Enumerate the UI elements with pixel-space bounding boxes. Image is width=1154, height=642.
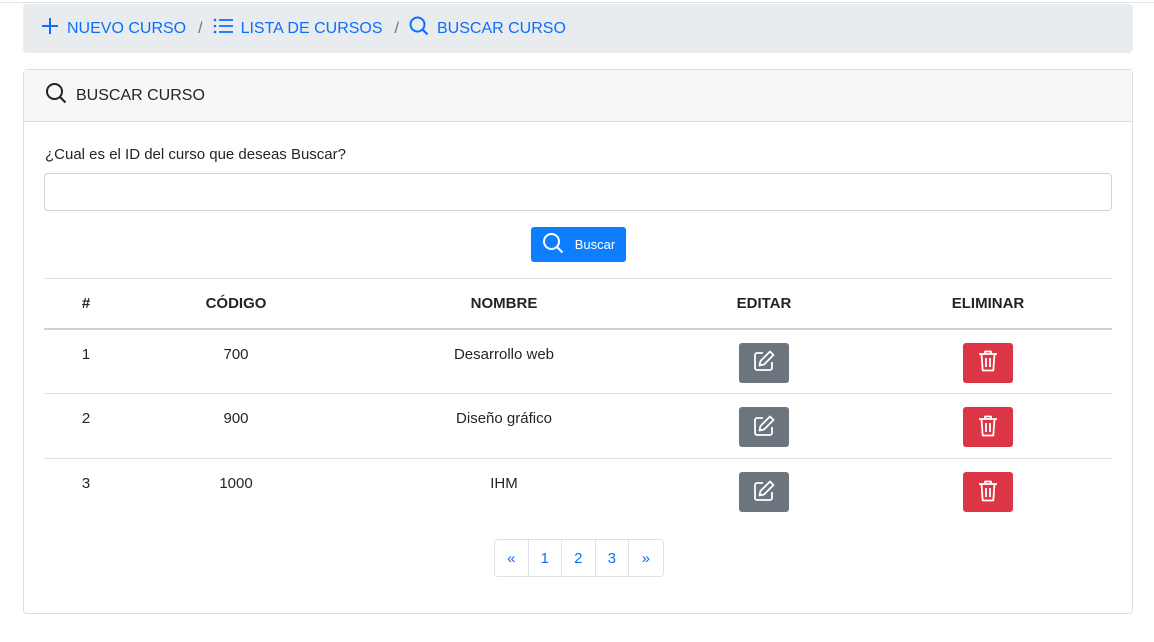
header-nombre: NOMBRE — [344, 278, 664, 330]
card-title: BUSCAR CURSO — [76, 86, 205, 104]
search-icon — [409, 16, 437, 41]
cell-eliminar — [864, 459, 1112, 524]
trash-icon — [977, 414, 999, 441]
cell-num: 1 — [44, 328, 128, 394]
breadcrumb: NUEVO CURSO / LISTA DE CURSOS / BUSCAR C… — [23, 4, 1133, 53]
cell-num: 2 — [44, 393, 128, 459]
cell-codigo: 700 — [128, 328, 344, 394]
search-button[interactable]: Buscar — [531, 227, 626, 262]
breadcrumb-label: NUEVO CURSO — [67, 19, 187, 37]
top-divider — [0, 2, 1154, 3]
cell-editar — [664, 393, 864, 459]
page-1[interactable]: 1 — [528, 540, 562, 576]
edit-icon — [752, 349, 776, 376]
course-id-input[interactable] — [44, 173, 1112, 211]
page-2[interactable]: 2 — [562, 540, 596, 576]
edit-icon — [752, 414, 776, 441]
delete-button[interactable] — [963, 407, 1013, 447]
page-3[interactable]: 3 — [595, 540, 629, 576]
breadcrumb-separator: / — [394, 19, 399, 37]
cell-eliminar — [864, 393, 1112, 459]
cell-editar — [664, 459, 864, 524]
header-eliminar: ELIMINAR — [864, 278, 1112, 330]
cell-codigo: 1000 — [219, 475, 253, 492]
cell-nombre: Desarrollo web — [344, 328, 664, 394]
delete-button[interactable] — [963, 342, 1013, 383]
table-header-row: # CÓDIGO NOMBRE EDITAR ELIMINAR — [44, 278, 1112, 330]
breadcrumb-nuevo-curso[interactable]: NUEVO CURSO — [41, 17, 186, 40]
breadcrumb-label: BUSCAR CURSO — [437, 19, 566, 37]
trash-icon — [977, 479, 999, 506]
table-row: 1 700 Desarrollo web — [44, 328, 1112, 394]
pagination: « 1 2 3 » — [494, 539, 664, 577]
edit-button[interactable] — [739, 342, 789, 383]
cell-eliminar — [864, 328, 1112, 394]
search-button-label: Buscar — [574, 237, 616, 252]
trash-icon — [977, 349, 999, 376]
cell-codigo: 900 — [128, 393, 344, 459]
search-card: BUSCAR CURSO ¿Cual es el ID del curso qu… — [23, 69, 1133, 614]
plus-icon — [41, 17, 67, 40]
edit-icon — [752, 479, 776, 506]
cell-editar — [664, 328, 864, 394]
page-prev[interactable]: « — [495, 540, 529, 576]
search-icon — [542, 232, 575, 257]
cell-num: 3 — [81, 475, 91, 492]
edit-button[interactable] — [739, 407, 789, 447]
breadcrumb-separator: / — [198, 19, 203, 37]
breadcrumb-label: LISTA DE CURSOS — [240, 19, 383, 37]
header-codigo: CÓDIGO — [128, 278, 344, 330]
edit-button[interactable] — [739, 472, 789, 512]
courses-table: # CÓDIGO NOMBRE EDITAR ELIMINAR 1 700 De… — [44, 278, 1112, 524]
cell-nombre: Diseño gráfico — [344, 393, 664, 459]
breadcrumb-buscar-curso[interactable]: BUSCAR CURSO — [409, 16, 566, 41]
card-header: BUSCAR CURSO — [24, 70, 1132, 122]
list-icon — [213, 17, 241, 40]
table-row: 2 900 Diseño gráfico — [44, 393, 1112, 459]
header-editar: EDITAR — [664, 278, 864, 330]
search-icon — [45, 82, 76, 109]
header-num: # — [44, 278, 128, 330]
table-row: 3 1000 IHM — [44, 459, 1112, 524]
page-next[interactable]: » — [629, 540, 663, 576]
cell-nombre: IHM — [490, 475, 518, 492]
search-label: ¿Cual es el ID del curso que deseas Busc… — [45, 146, 346, 163]
delete-button[interactable] — [963, 472, 1013, 512]
breadcrumb-lista-cursos[interactable]: LISTA DE CURSOS — [213, 17, 383, 40]
